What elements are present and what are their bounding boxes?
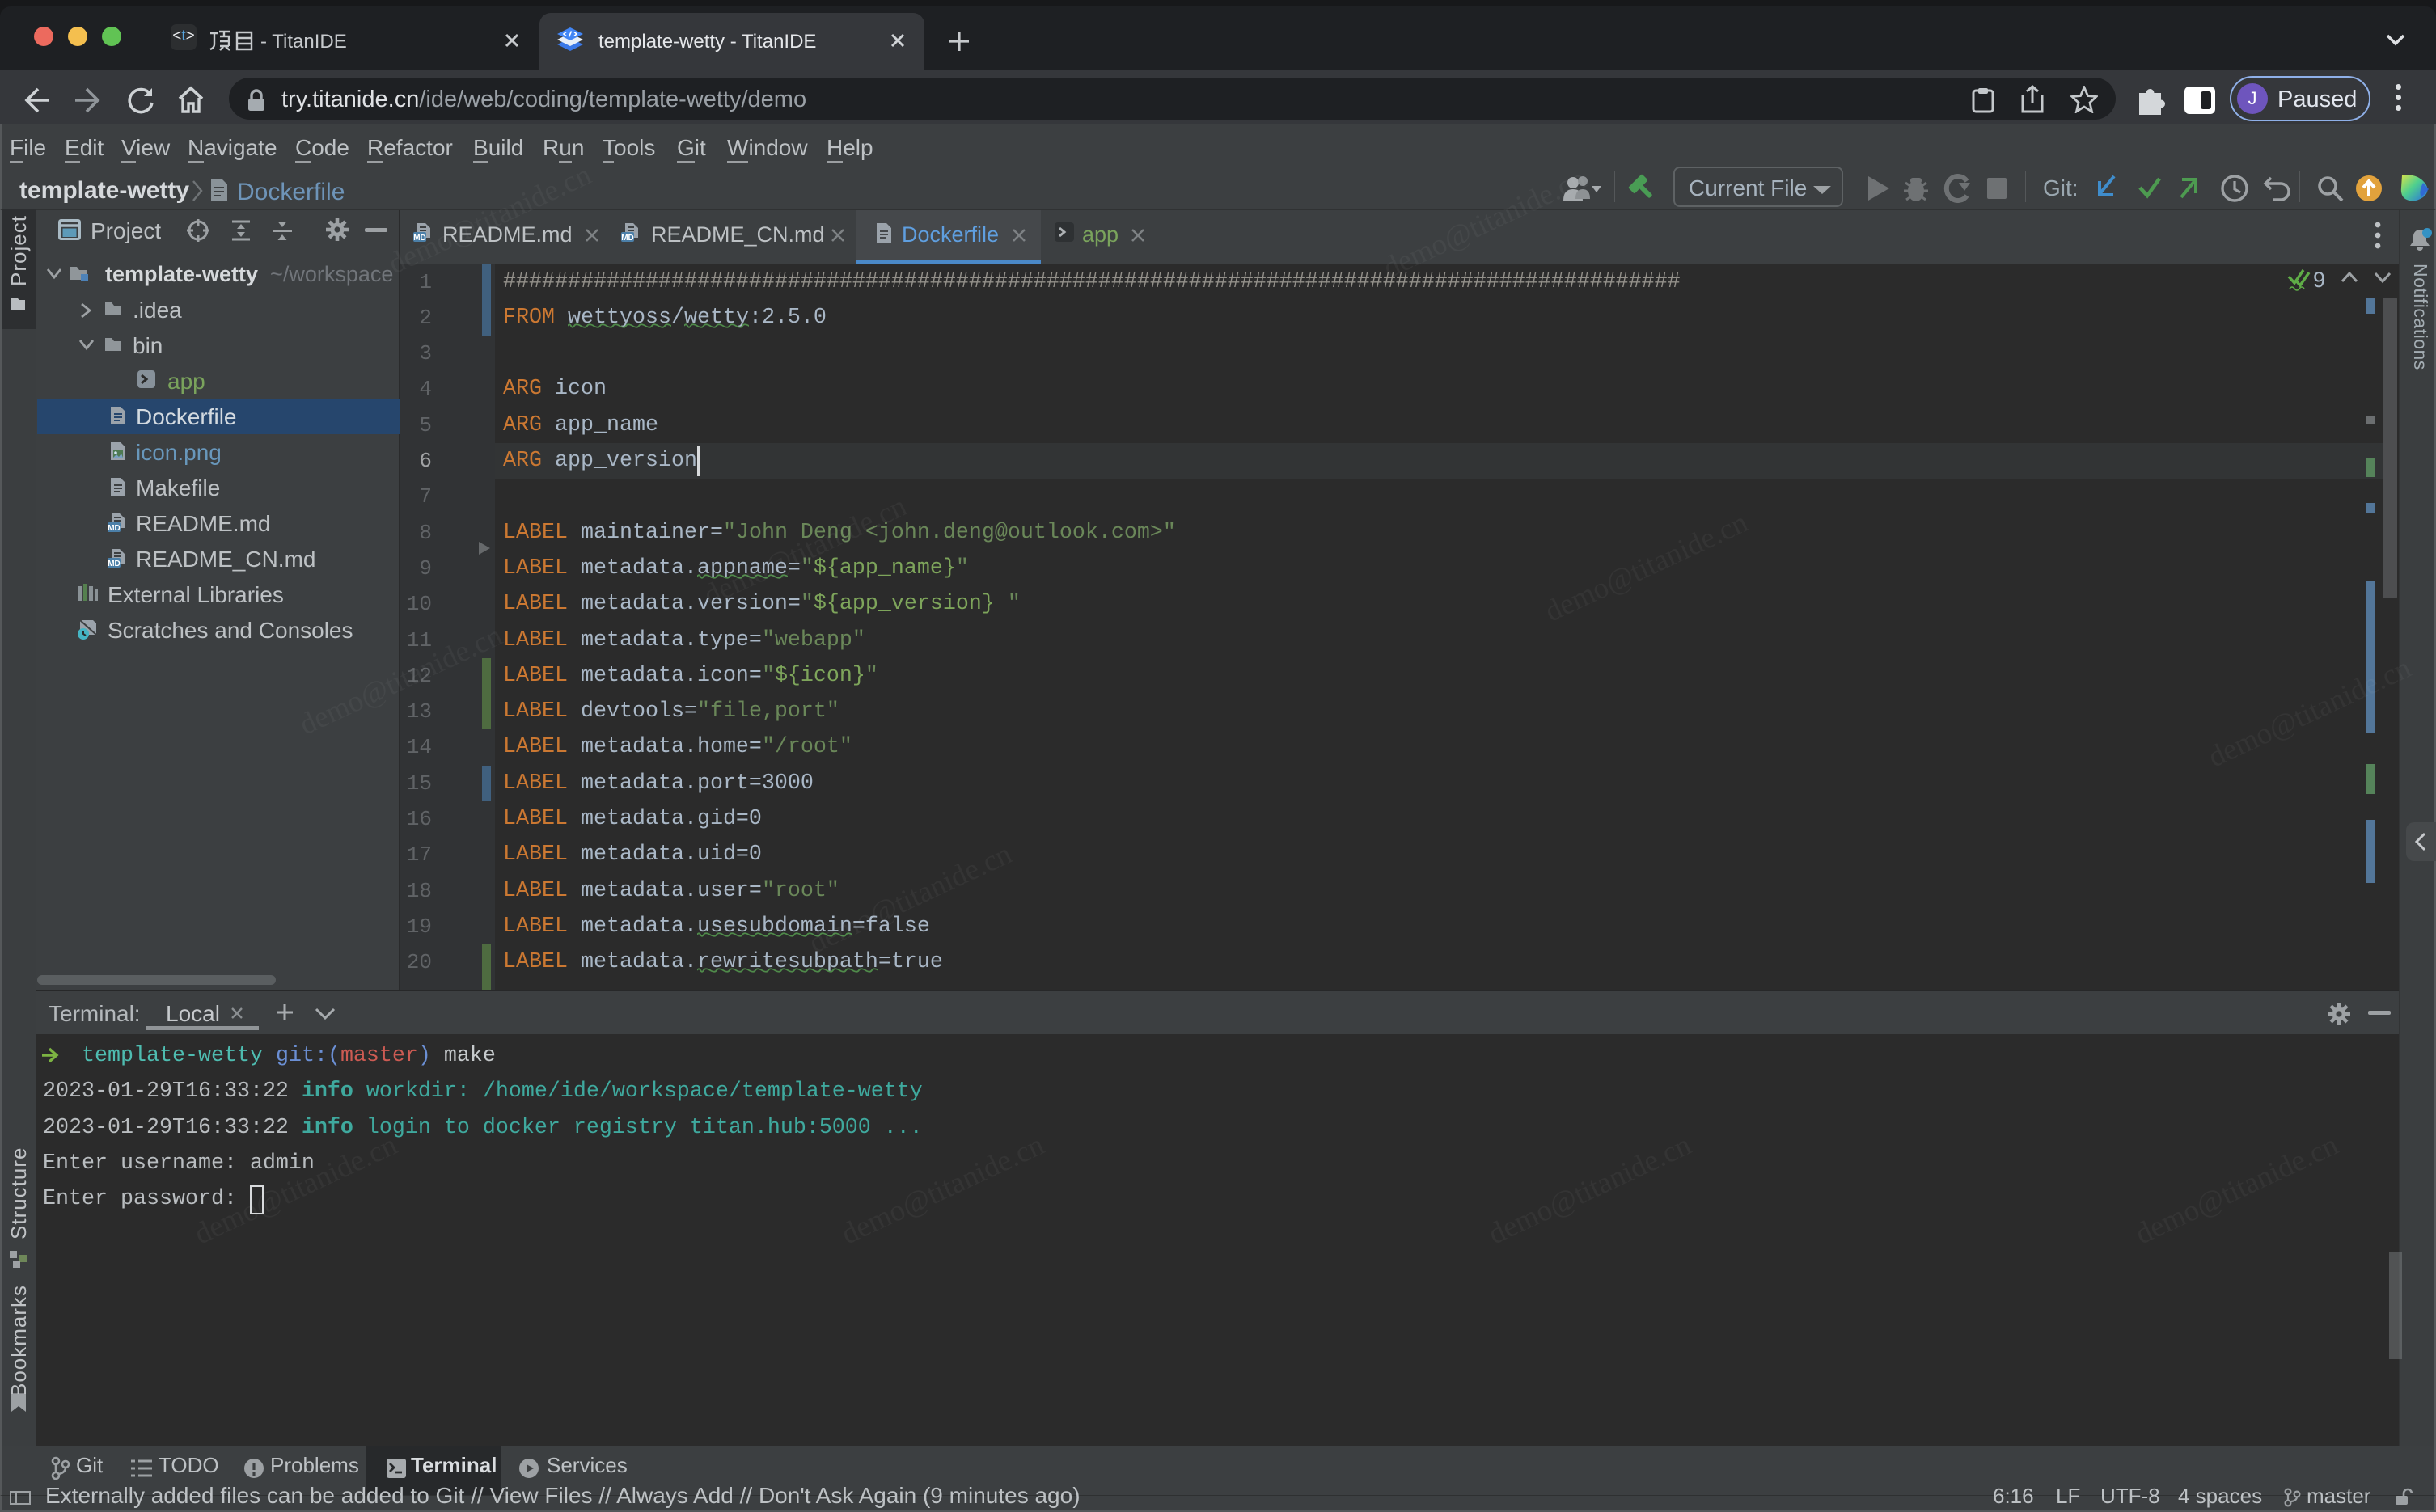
svg-text:MD: MD: [621, 234, 634, 243]
svg-text:MD: MD: [108, 524, 121, 533]
svg-text:MD: MD: [108, 560, 121, 568]
